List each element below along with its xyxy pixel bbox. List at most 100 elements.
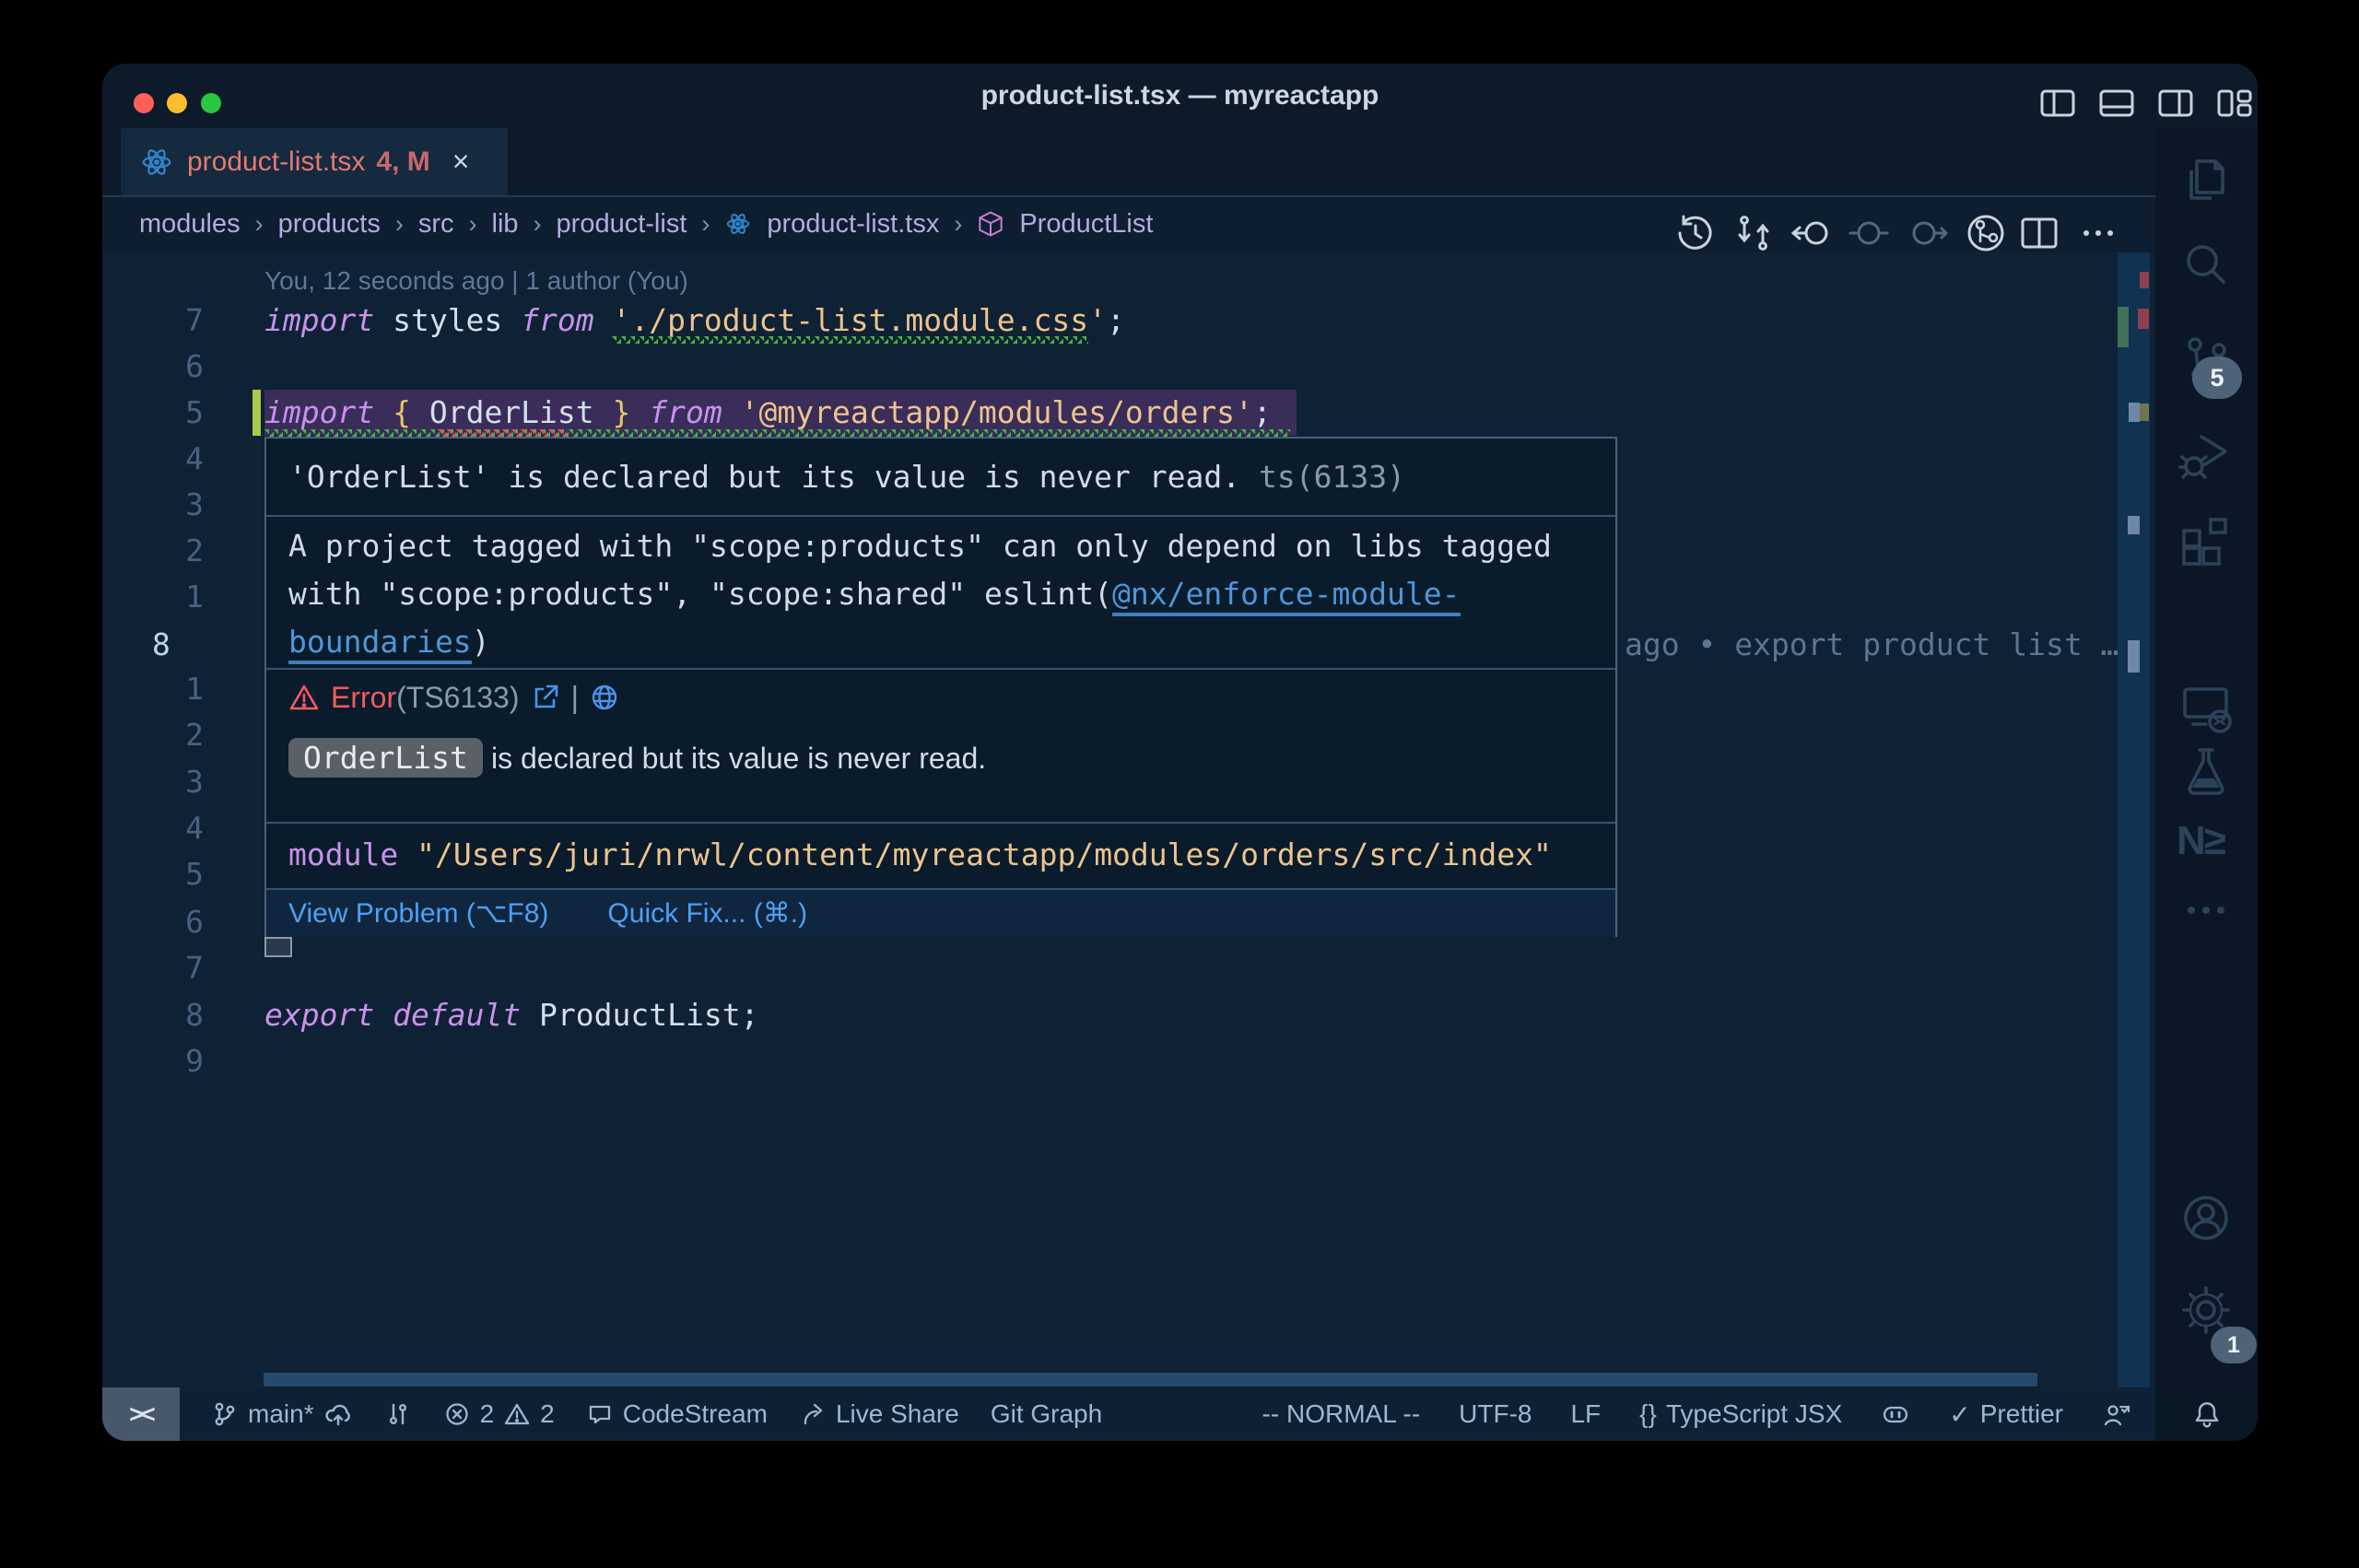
- code-line-export-default[interactable]: export default ProductList;: [264, 992, 758, 1038]
- line-number: 5: [102, 851, 204, 897]
- codestream-bubble-icon: [586, 1400, 614, 1428]
- git-graph-status-item[interactable]: Git Graph: [991, 1399, 1102, 1429]
- ts-error-code: ts(6133): [1259, 459, 1405, 495]
- ts-diagnostic-message: 'OrderList' is declared but its value is…: [266, 439, 1615, 515]
- titlebar: product-list.tsx — myreactapp: [102, 64, 2258, 128]
- eslint-diagnostic-message: A project tagged with "scope:products" c…: [266, 522, 1615, 666]
- line-number: 8: [102, 992, 204, 1038]
- line-number: 6: [102, 899, 204, 945]
- breadcrumb-item[interactable]: src: [418, 209, 454, 240]
- breadcrumb-item[interactable]: modules: [139, 209, 241, 240]
- quick-fix-link[interactable]: Quick Fix... (⌘.): [607, 897, 807, 930]
- horizontal-scrollbar[interactable]: [264, 1373, 2037, 1387]
- search-icon[interactable]: [2177, 236, 2236, 295]
- lint-squiggle-green: [612, 336, 1088, 344]
- compare-refs-icon: [384, 1400, 412, 1428]
- breadcrumb-separator: ›: [954, 210, 962, 239]
- copilot-status-item[interactable]: [1881, 1400, 1910, 1428]
- lint-squiggle-green: [264, 429, 1290, 437]
- copilot-icon: [1881, 1400, 1910, 1428]
- line-number: 9: [102, 1038, 204, 1084]
- explorer-icon[interactable]: [2177, 150, 2236, 209]
- live-share-contacts-item[interactable]: [2102, 1400, 2131, 1428]
- problems-status-item[interactable]: 2 2: [443, 1399, 555, 1429]
- cloud-upload-icon: [323, 1400, 353, 1428]
- tooltip-resize-grip[interactable]: [264, 937, 292, 957]
- live-share-icon: [799, 1400, 827, 1428]
- bell-icon[interactable]: [2191, 1398, 2223, 1430]
- gitlens-compare-item[interactable]: [384, 1400, 412, 1428]
- vim-mode-indicator[interactable]: -- NORMAL --: [1262, 1399, 1421, 1429]
- nx-console-icon[interactable]: N≥: [2177, 812, 2243, 871]
- eol-indicator[interactable]: LF: [1570, 1399, 1601, 1429]
- more-actions-icon[interactable]: [2077, 212, 2119, 254]
- customize-layout-icon[interactable]: [2213, 82, 2256, 124]
- accounts-icon[interactable]: [2177, 1188, 2236, 1247]
- branch-status-item[interactable]: main*: [211, 1399, 353, 1429]
- line-number: 1: [102, 574, 204, 620]
- live-share-status-item[interactable]: Live Share: [799, 1399, 959, 1429]
- overview-ruler[interactable]: [2118, 252, 2150, 1387]
- braces-icon: {}: [1639, 1399, 1657, 1429]
- line-number: 4: [102, 805, 204, 851]
- eslint-rule-link[interactable]: @nx/enforce-module-: [1112, 576, 1461, 616]
- breadcrumb-separator: ›: [395, 210, 404, 239]
- tooltip-divider: [266, 668, 1615, 670]
- react-file-icon: [724, 210, 752, 238]
- error-squiggle-red: [438, 429, 568, 437]
- file-history-icon[interactable]: [1965, 212, 2007, 254]
- codestream-status-item[interactable]: CodeStream: [586, 1399, 768, 1429]
- tab-product-list[interactable]: product-list.tsx 4, M ×: [121, 128, 508, 195]
- settings-badge: 1: [2211, 1327, 2257, 1363]
- tab-problems-badge: 4, M: [376, 146, 429, 178]
- breadcrumb-item[interactable]: ProductList: [1019, 209, 1153, 240]
- overview-error-mark: [2140, 272, 2149, 288]
- line-number: 2: [102, 712, 204, 758]
- tab-bar: product-list.tsx 4, M ×: [102, 128, 2155, 197]
- overview-cursor-mark: [2128, 640, 2140, 673]
- line-number: 2: [102, 528, 204, 574]
- timeline-history-icon[interactable]: [1674, 212, 1717, 254]
- breadcrumb-item[interactable]: lib: [492, 209, 519, 240]
- more-views-icon[interactable]: [2177, 881, 2236, 940]
- view-problem-link[interactable]: View Problem (⌥F8): [288, 897, 548, 930]
- next-change-icon-disabled: [1907, 212, 1949, 254]
- breadcrumb-item[interactable]: product-list: [557, 209, 687, 240]
- line-number: 3: [102, 759, 204, 805]
- testing-icon[interactable]: [2177, 742, 2236, 801]
- globe-icon[interactable]: [590, 683, 619, 712]
- close-tab-icon[interactable]: ×: [452, 145, 470, 179]
- split-editor-icon[interactable]: [2018, 212, 2060, 254]
- breadcrumb-separator: ›: [701, 210, 710, 239]
- formatter-status-item[interactable]: ✓ Prettier: [1949, 1399, 2063, 1430]
- warning-triangle-icon: [288, 682, 320, 713]
- icon-separator: |: [571, 680, 580, 715]
- run-debug-icon[interactable]: [2177, 425, 2236, 484]
- remote-indicator-button[interactable]: ><: [102, 1387, 180, 1441]
- eslint-rule-link[interactable]: boundaries: [288, 624, 472, 664]
- toggle-primary-sidebar-icon[interactable]: [2036, 82, 2079, 124]
- overview-warning-mark: [2140, 404, 2149, 421]
- symbol-cube-icon: [977, 210, 1004, 238]
- line-number: 7: [102, 298, 204, 344]
- symbol-message-row: OrderList is declared but its value is n…: [266, 738, 1615, 778]
- check-icon: ✓: [1949, 1399, 1970, 1430]
- encoding-indicator[interactable]: UTF-8: [1459, 1399, 1532, 1429]
- line-number: 5: [102, 390, 204, 436]
- line-number: 1: [102, 666, 204, 712]
- breadcrumb-item[interactable]: product-list.tsx: [767, 209, 939, 240]
- notifications-corner: [2155, 1387, 2258, 1441]
- extensions-icon[interactable]: [2177, 508, 2236, 567]
- toggle-panel-icon[interactable]: [2095, 82, 2138, 124]
- remote-explorer-icon[interactable]: [2177, 678, 2236, 737]
- line-number: 6: [102, 344, 204, 390]
- overview-modified-mark: [2118, 307, 2129, 347]
- language-mode-indicator[interactable]: {} TypeScript JSX: [1639, 1399, 1842, 1429]
- breadcrumb-item[interactable]: products: [278, 209, 381, 240]
- open-docs-external-icon[interactable]: [531, 683, 560, 712]
- toggle-secondary-sidebar-icon[interactable]: [2154, 82, 2197, 124]
- compare-changes-icon[interactable]: [1732, 212, 1775, 254]
- overview-selection-mark: [2129, 403, 2140, 422]
- tooltip-divider: [266, 515, 1615, 517]
- go-back-icon[interactable]: [1790, 212, 1832, 254]
